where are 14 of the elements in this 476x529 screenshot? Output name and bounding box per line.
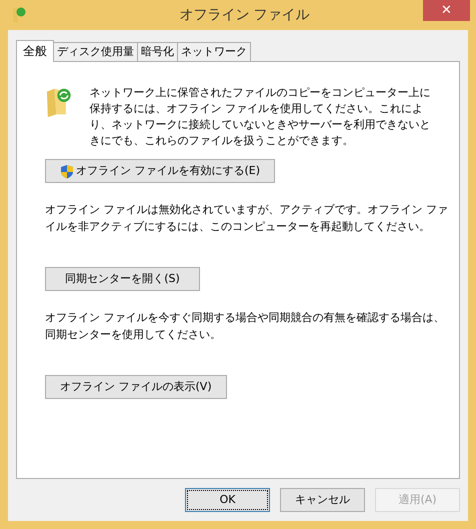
tab[interactable]: ネットワーク [177, 42, 251, 61]
action-button[interactable]: オフライン ファイルを有効にする(E) [45, 159, 276, 183]
action-button[interactable]: オフライン ファイルの表示(V) [45, 375, 227, 399]
info-text: オフライン ファイルは無効化されていますが、アクティブです。オフライン ファイルを非アクティブにするには、このコンピューターを再起動してください。 [45, 202, 449, 235]
window-title: オフライン ファイル [179, 6, 310, 24]
shield-icon [60, 164, 74, 178]
dialog-button[interactable]: OK [185, 488, 270, 512]
dialog-button[interactable]: キャンセル [280, 488, 365, 512]
close-button[interactable]: ✕ [423, 0, 470, 21]
description-text: ネットワーク上に保管されたファイルのコピーをコンピューター上に保持するには、オフライン ファイルを使用してください。これにより、ネットワークに接続していないときやサーバーを利用できないときにでも、これらのファイルを扱うことができます。 [90, 85, 431, 149]
action-button[interactable]: 同期センターを開く(S) [45, 267, 200, 291]
app-icon [12, 6, 26, 24]
tab[interactable]: 全般 [16, 40, 54, 62]
info-text: オフライン ファイルを今すぐ同期する場合や同期競合の有無を確認する場合は、同期センターを使用してください。 [45, 310, 446, 343]
